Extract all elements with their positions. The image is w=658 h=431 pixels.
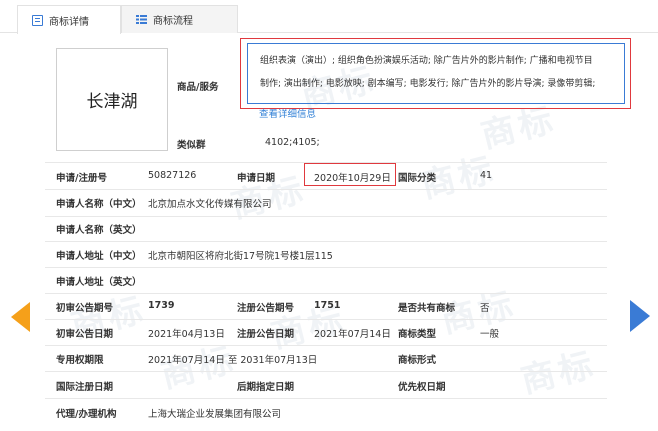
shared-value: 否	[480, 303, 490, 314]
reg-pub-no-value: 1751	[314, 300, 341, 311]
goods-line-2: 制作; 演出制作; 电影放映; 剧本编写; 电影发行; 除广告片外的影片导演; …	[260, 79, 596, 89]
goods-label: 商品/服务	[177, 82, 219, 93]
tm-form-label: 商标形式	[398, 355, 437, 366]
address-en-label: 申请人地址（英文）	[56, 277, 142, 288]
reg-pub-date-label: 注册公告日期	[237, 329, 295, 340]
prelim-date-label: 初审公告日期	[56, 329, 114, 340]
tab-trademark-detail[interactable]: 商标详情	[17, 5, 121, 34]
tab-label: 商标流程	[153, 16, 193, 27]
intl-class-label: 国际分类	[398, 173, 437, 184]
prelim-no-label: 初审公告期号	[56, 303, 114, 314]
row-divider	[45, 345, 607, 346]
exclusive-period-value: 2021年07月14日 至 2031年07月13日	[148, 355, 318, 366]
intl-reg-date-label: 国际注册日期	[56, 382, 114, 393]
row-divider	[45, 189, 607, 190]
later-date-label: 后期指定日期	[237, 382, 295, 393]
address-cn-label: 申请人地址（中文）	[56, 251, 142, 262]
applicant-cn-value: 北京加点水文化传媒有限公司	[148, 199, 272, 210]
tab-trademark-flow[interactable]: 商标流程	[121, 5, 238, 33]
shared-label: 是否共有商标	[398, 303, 456, 314]
tm-type-value: 一般	[480, 329, 500, 340]
applicant-en-label: 申请人名称（英文）	[56, 225, 142, 236]
reg-pub-no-label: 注册公告期号	[237, 303, 295, 314]
tab-bar: 商标详情 商标流程	[0, 0, 658, 34]
tab-label: 商标详情	[49, 16, 89, 28]
tm-type-label: 商标类型	[398, 329, 437, 340]
watermark: 商标	[517, 344, 601, 402]
goods-line-1: 组织表演（演出）; 组织角色扮演娱乐活动; 除广告片外的影片制作; 广播和电视节…	[260, 56, 593, 66]
row-divider	[45, 293, 607, 294]
reg-no-value: 50827126	[148, 170, 197, 181]
intl-class-value: 41	[480, 170, 493, 181]
detail-icon	[32, 14, 43, 26]
agent-value: 上海大瑞企业发展集团有限公司	[148, 409, 282, 420]
reg-no-label: 申请/注册号	[56, 173, 107, 184]
row-divider	[45, 319, 607, 320]
priority-date-label: 优先权日期	[398, 382, 446, 393]
next-arrow-icon[interactable]	[630, 300, 650, 332]
prelim-no-value: 1739	[148, 300, 175, 311]
address-cn-value: 北京市朝阳区将府北街17号院1号楼1层115	[148, 251, 333, 262]
row-divider	[45, 267, 607, 268]
goods-services-box: 组织表演（演出）; 组织角色扮演娱乐活动; 除广告片外的影片制作; 广播和电视节…	[247, 43, 625, 104]
applicant-cn-label: 申请人名称（中文）	[56, 199, 142, 210]
prelim-date-value: 2021年04月13日	[148, 329, 225, 340]
row-divider	[45, 241, 607, 242]
row-divider	[45, 371, 607, 372]
prev-arrow-icon[interactable]	[11, 302, 30, 332]
view-details-link[interactable]: 查看详细信息	[259, 106, 316, 120]
similar-group-label: 类似群	[177, 140, 206, 151]
trademark-name: 长津湖	[86, 92, 138, 112]
trademark-image: 长津湖	[56, 48, 168, 151]
similar-group-value: 4102;4105;	[265, 137, 320, 148]
reg-pub-date-value: 2021年07月14日	[314, 329, 391, 340]
row-divider	[45, 398, 607, 399]
list-icon	[136, 14, 147, 25]
apply-date-label: 申请日期	[237, 173, 276, 184]
exclusive-period-label: 专用权期限	[56, 355, 104, 366]
agent-label: 代理/办理机构	[56, 409, 117, 420]
apply-date-value: 2020年10月29日	[314, 173, 391, 184]
row-divider	[45, 216, 607, 217]
